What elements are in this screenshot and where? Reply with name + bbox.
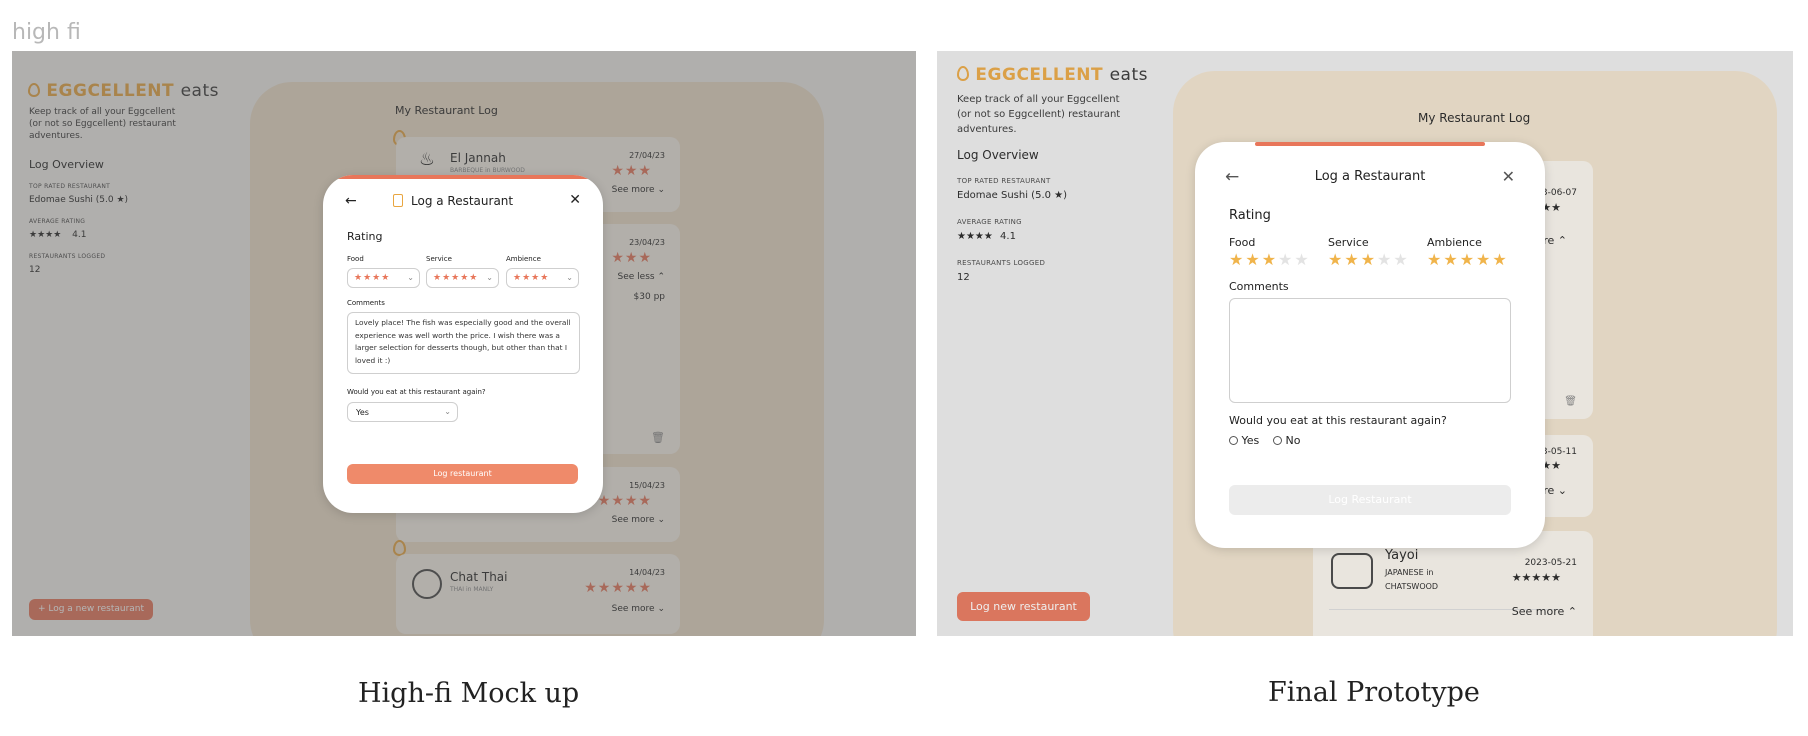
eat-again-label: Would you eat at this restaurant again? xyxy=(1229,414,1447,427)
service-rating-select[interactable]: ★★★★★ ⌄ xyxy=(426,268,499,288)
log-restaurant-button[interactable]: Log Restaurant xyxy=(1229,485,1511,515)
ambience-rating-select[interactable]: ★★★★ ⌄ xyxy=(506,268,579,288)
rating-label: Rating xyxy=(347,230,383,243)
eat-again-label: Would you eat at this restaurant again? xyxy=(347,388,486,396)
comments-label: Comments xyxy=(347,299,385,307)
comments-textarea[interactable]: Lovely place! The fish was especially go… xyxy=(347,312,580,374)
log-restaurant-modal: ← Log a Restaurant ✕ Rating Food ★ ★ ★ ★ ★ S… xyxy=(1195,142,1545,548)
rating-star-icon[interactable]: ★ xyxy=(1443,250,1457,269)
rating-star-icon[interactable]: ★ xyxy=(1476,250,1490,269)
radio-yes[interactable] xyxy=(1229,436,1238,445)
modal-accent-bar xyxy=(1255,142,1485,146)
food-stars: ★★★★ xyxy=(354,273,391,283)
modal-title: Log a Restaurant xyxy=(411,194,514,208)
rating-label: Rating xyxy=(1229,208,1271,223)
page-label: high fi xyxy=(12,20,81,45)
caption-hifi: High-fi Mock up xyxy=(358,678,580,709)
ambience-label: Ambience xyxy=(1427,236,1482,249)
service-label: Service xyxy=(426,255,452,263)
food-label: Food xyxy=(1229,236,1256,249)
rating-star-icon[interactable]: ★ xyxy=(1427,250,1441,269)
rating-star-icon[interactable]: ★ xyxy=(1492,250,1506,269)
chevron-down-icon: ⌄ xyxy=(444,407,451,416)
rating-star-icon[interactable]: ★ xyxy=(1344,250,1358,269)
chevron-down-icon: ⌄ xyxy=(566,273,573,282)
hifi-mockup-panel: EGGCELLENT eats Keep track of all your E… xyxy=(12,51,916,636)
ambience-stars: ★★★★ xyxy=(513,273,550,283)
modal-title: Log a Restaurant xyxy=(1314,169,1426,184)
caption-final: Final Prototype xyxy=(1268,677,1480,708)
food-star-rating[interactable]: ★ ★ ★ ★ ★ xyxy=(1229,250,1311,269)
close-icon[interactable]: ✕ xyxy=(1502,167,1515,186)
rating-star-icon[interactable]: ★ xyxy=(1328,250,1342,269)
rating-star-icon[interactable]: ★ xyxy=(1377,250,1391,269)
yes-label: Yes xyxy=(1241,434,1260,447)
rating-star-icon[interactable]: ★ xyxy=(1393,250,1407,269)
no-label: No xyxy=(1285,434,1301,447)
food-label: Food xyxy=(347,255,364,263)
log-restaurant-modal: ← Log a Restaurant ✕ Rating Food ★★★★ ⌄ … xyxy=(323,175,603,513)
eat-again-value: Yes xyxy=(356,408,369,417)
radio-no[interactable] xyxy=(1273,436,1282,445)
chevron-down-icon: ⌄ xyxy=(486,273,493,282)
chevron-down-icon: ⌄ xyxy=(407,273,414,282)
food-rating-select[interactable]: ★★★★ ⌄ xyxy=(347,268,420,288)
ambience-label: Ambience xyxy=(506,255,541,263)
rating-star-icon[interactable]: ★ xyxy=(1278,250,1292,269)
eat-again-no-option[interactable]: No xyxy=(1273,434,1300,447)
service-label: Service xyxy=(1328,236,1369,249)
back-arrow-icon[interactable]: ← xyxy=(345,193,357,209)
rating-star-icon[interactable]: ★ xyxy=(1460,250,1474,269)
close-icon[interactable]: ✕ xyxy=(569,192,581,208)
rating-star-icon[interactable]: ★ xyxy=(1294,250,1308,269)
eat-again-yes-option[interactable]: Yes xyxy=(1229,434,1259,447)
notepad-icon xyxy=(393,194,403,207)
modal-accent-bar xyxy=(323,175,603,179)
service-star-rating[interactable]: ★ ★ ★ ★ ★ xyxy=(1328,250,1410,269)
final-prototype-panel: EGGCELLENT eats Keep track of all your E… xyxy=(937,51,1793,636)
ambience-star-rating[interactable]: ★ ★ ★ ★ ★ xyxy=(1427,250,1509,269)
rating-star-icon[interactable]: ★ xyxy=(1245,250,1259,269)
rating-star-icon[interactable]: ★ xyxy=(1262,250,1276,269)
comments-label: Comments xyxy=(1229,280,1289,293)
service-stars: ★★★★★ xyxy=(433,273,479,283)
comments-textarea[interactable] xyxy=(1229,298,1511,403)
eat-again-select[interactable]: Yes ⌄ xyxy=(347,402,458,422)
rating-star-icon[interactable]: ★ xyxy=(1361,250,1375,269)
rating-star-icon[interactable]: ★ xyxy=(1229,250,1243,269)
log-restaurant-button[interactable]: Log restaurant xyxy=(347,464,578,484)
